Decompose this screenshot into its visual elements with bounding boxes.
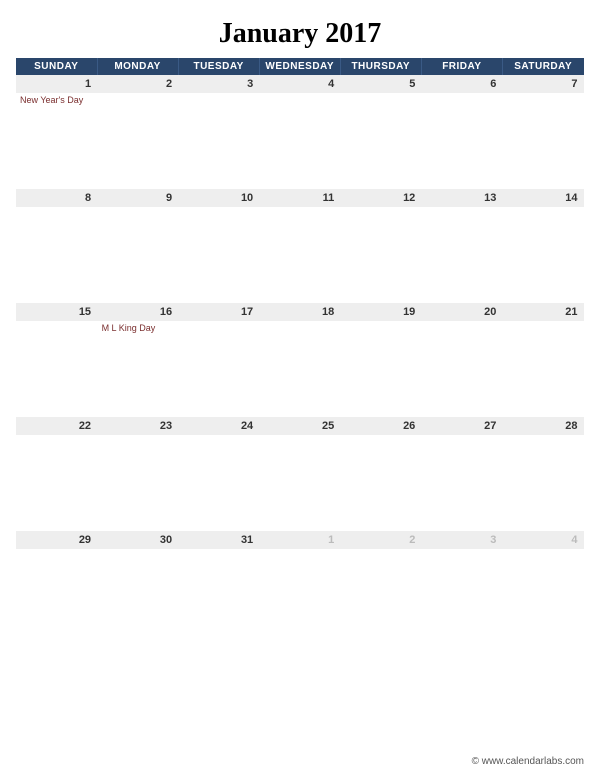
event-cell xyxy=(97,549,178,645)
date-number: 11 xyxy=(259,189,340,207)
date-number: 5 xyxy=(340,75,421,93)
event-cell xyxy=(16,321,97,417)
event-cell xyxy=(16,207,97,303)
day-header: TUESDAY xyxy=(178,58,259,75)
event-cell xyxy=(16,435,97,531)
date-number: 27 xyxy=(421,417,502,435)
date-number: 30 xyxy=(97,531,178,549)
event-cell xyxy=(259,207,340,303)
event-row: New Year's Day xyxy=(16,93,584,189)
event-cell xyxy=(502,321,583,417)
date-row: 1 2 3 4 5 6 7 xyxy=(16,75,584,93)
event-cell xyxy=(421,321,502,417)
date-number-other-month: 2 xyxy=(340,531,421,549)
date-number: 7 xyxy=(502,75,583,93)
date-number: 13 xyxy=(421,189,502,207)
event-cell xyxy=(340,435,421,531)
date-number: 10 xyxy=(178,189,259,207)
date-number: 17 xyxy=(178,303,259,321)
event-cell xyxy=(97,207,178,303)
date-number: 12 xyxy=(340,189,421,207)
event-cell xyxy=(421,93,502,189)
event-cell xyxy=(340,321,421,417)
date-number: 1 xyxy=(16,75,97,93)
date-number-other-month: 4 xyxy=(502,531,583,549)
event-cell xyxy=(16,549,97,645)
event-cell xyxy=(340,549,421,645)
date-number: 31 xyxy=(178,531,259,549)
date-number: 25 xyxy=(259,417,340,435)
day-header: MONDAY xyxy=(97,58,178,75)
event-cell xyxy=(259,321,340,417)
date-number: 22 xyxy=(16,417,97,435)
event-cell xyxy=(178,435,259,531)
date-number: 24 xyxy=(178,417,259,435)
day-header: SUNDAY xyxy=(16,58,97,75)
event-cell xyxy=(97,435,178,531)
calendar-title: January 2017 xyxy=(16,18,584,50)
event-row: M L King Day xyxy=(16,321,584,417)
date-number: 3 xyxy=(178,75,259,93)
date-number-other-month: 1 xyxy=(259,531,340,549)
event-row xyxy=(16,435,584,531)
event-cell xyxy=(178,549,259,645)
date-number: 23 xyxy=(97,417,178,435)
event-cell xyxy=(421,207,502,303)
event-cell xyxy=(421,435,502,531)
event-cell: New Year's Day xyxy=(16,93,97,189)
event-cell xyxy=(502,435,583,531)
date-number: 20 xyxy=(421,303,502,321)
event-cell xyxy=(421,549,502,645)
date-number: 4 xyxy=(259,75,340,93)
day-header: THURSDAY xyxy=(340,58,421,75)
date-row: 8 9 10 11 12 13 14 xyxy=(16,189,584,207)
date-row: 29 30 31 1 2 3 4 xyxy=(16,531,584,549)
date-number: 18 xyxy=(259,303,340,321)
event-row xyxy=(16,207,584,303)
event-cell xyxy=(340,207,421,303)
event-cell xyxy=(502,207,583,303)
date-number: 28 xyxy=(502,417,583,435)
event-cell xyxy=(259,549,340,645)
event-cell xyxy=(502,93,583,189)
date-number: 2 xyxy=(97,75,178,93)
date-number: 29 xyxy=(16,531,97,549)
day-header: FRIDAY xyxy=(421,58,502,75)
date-row: 15 16 17 18 19 20 21 xyxy=(16,303,584,321)
event-cell xyxy=(178,321,259,417)
day-header: WEDNESDAY xyxy=(259,58,340,75)
date-number: 21 xyxy=(502,303,583,321)
event-cell xyxy=(502,549,583,645)
date-number: 8 xyxy=(16,189,97,207)
date-number: 26 xyxy=(340,417,421,435)
date-number: 16 xyxy=(97,303,178,321)
date-number: 14 xyxy=(502,189,583,207)
date-number: 9 xyxy=(97,189,178,207)
event-row xyxy=(16,549,584,645)
date-row: 22 23 24 25 26 27 28 xyxy=(16,417,584,435)
event-cell xyxy=(340,93,421,189)
event-cell xyxy=(178,93,259,189)
date-number-other-month: 3 xyxy=(421,531,502,549)
footer-credit: © www.calendarlabs.com xyxy=(472,756,584,767)
calendar-grid: SUNDAY MONDAY TUESDAY WEDNESDAY THURSDAY… xyxy=(16,58,584,645)
day-header-row: SUNDAY MONDAY TUESDAY WEDNESDAY THURSDAY… xyxy=(16,58,584,75)
date-number: 19 xyxy=(340,303,421,321)
date-number: 6 xyxy=(421,75,502,93)
event-cell xyxy=(97,93,178,189)
event-cell xyxy=(178,207,259,303)
date-number: 15 xyxy=(16,303,97,321)
day-header: SATURDAY xyxy=(502,58,583,75)
event-cell: M L King Day xyxy=(97,321,178,417)
event-cell xyxy=(259,93,340,189)
event-cell xyxy=(259,435,340,531)
